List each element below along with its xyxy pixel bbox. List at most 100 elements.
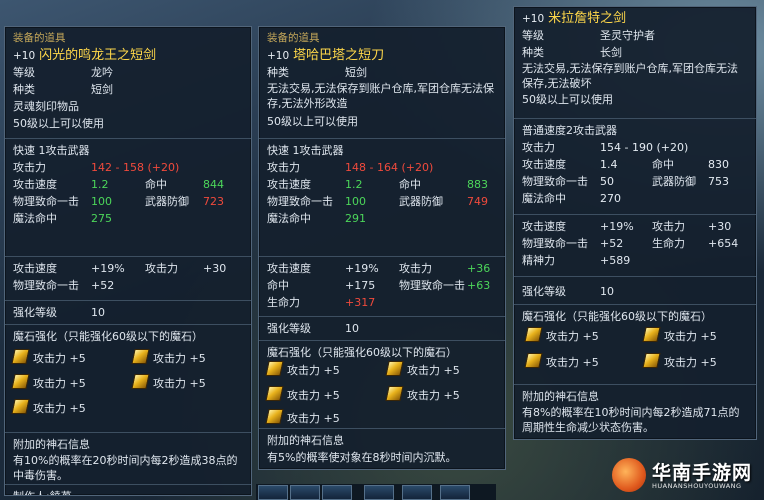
bonus-row: 精神力 +589	[522, 254, 631, 267]
enchant-value: 10	[600, 285, 614, 298]
weapon-speed: 快速 1攻击武器	[267, 144, 344, 157]
tooltip-panel-equipped-2: 装备的道具 +10 塔哈巴塔之短刀 种类 短剑 无法交易,无法保存到账户仓库,军团仓…	[258, 26, 506, 470]
manastone-icon	[265, 386, 284, 401]
logo-subtitle: HUANANSHOUYOUWANG	[652, 482, 742, 490]
manastone-slot: 攻击力 +5	[642, 353, 717, 370]
bonus-row: 物理致命一击 +52	[13, 279, 115, 292]
bonus-row: 生命力 +317	[267, 296, 376, 309]
block-label: 武器防御	[652, 175, 696, 188]
manastone-slot: 攻击力 +5	[11, 374, 86, 391]
manastone-slot: 攻击力 +5	[11, 399, 86, 416]
block-label: 武器防御	[399, 195, 443, 208]
logo-name: 华南手游网	[652, 462, 753, 484]
grade-value: 龙吟	[91, 66, 113, 79]
trade-restriction: 无法交易,无法保存到账户仓库,军团仓库无法保存,无法外形改造	[267, 82, 494, 110]
soulbind-note: 灵魂刻印物品	[13, 100, 79, 113]
manastone-title: 魔石强化（只能强化60级以下的魔石）	[522, 310, 712, 323]
crit-value: 100	[91, 195, 112, 208]
quickbar-slot[interactable]	[440, 485, 470, 500]
grade-label: 等级	[13, 66, 35, 79]
hit-label: 命中	[399, 178, 421, 191]
logo-icon	[612, 458, 646, 492]
trade-restriction: 无法交易,无法保存到账户仓库,军团仓库无法保存,无法破坏	[522, 62, 738, 90]
block-label: 武器防御	[145, 195, 189, 208]
enchant-label: 强化等级	[13, 306, 57, 319]
grade-value: 圣灵守护者	[600, 29, 655, 42]
manastone-icon	[642, 353, 661, 368]
attack-label: 攻击力	[13, 161, 46, 174]
attack-value: 142 - 158 (+20)	[91, 161, 180, 174]
tooltip-panel-equipped-1: 装备的道具 +10 闪光的鸣龙王之短剑 等级 龙吟 种类 短剑 灵魂刻印物品 50级以…	[4, 26, 252, 496]
manastone-icon	[131, 349, 150, 364]
level-requirement: 50级以上可以使用	[522, 93, 613, 106]
magic-hit-label: 魔法命中	[522, 192, 566, 205]
manastone-icon	[524, 327, 543, 342]
attack-value: 148 - 164 (+20)	[345, 161, 434, 174]
godstone-title: 附加的神石信息	[522, 390, 599, 403]
attack-label: 攻击力	[522, 141, 555, 154]
attack-speed-label: 攻击速度	[522, 158, 566, 171]
block-value: 723	[203, 195, 224, 208]
hit-label: 命中	[652, 158, 674, 171]
type-value: 短剑	[345, 66, 367, 79]
equipped-header: 装备的道具	[267, 32, 320, 44]
manastone-slot: 攻击力 +5	[524, 353, 599, 370]
enchant-label: 强化等级	[522, 285, 566, 298]
attack-speed-value: 1.2	[91, 178, 109, 191]
attack-speed-label: 攻击速度	[267, 178, 311, 191]
hit-value: 830	[708, 158, 729, 171]
hit-label: 命中	[145, 178, 167, 191]
quickbar-slot[interactable]	[322, 485, 352, 500]
type-label: 种类	[522, 46, 544, 59]
manastone-icon	[11, 374, 30, 389]
attack-speed-value: 1.2	[345, 178, 363, 191]
type-value: 短剑	[91, 83, 113, 96]
quickbar-slot[interactable]	[290, 485, 320, 500]
manastone-icon	[11, 399, 30, 414]
hit-value: 844	[203, 178, 224, 191]
godstone-description: 有10%的概率在20秒时间内每2秒造成38点的中毒伤害。	[13, 454, 238, 482]
quickbar-slot[interactable]	[402, 485, 432, 500]
type-label: 种类	[13, 83, 35, 96]
manastone-slot: 攻击力 +5	[131, 349, 206, 366]
manastone-slot: 攻击力 +5	[385, 361, 460, 378]
level-requirement: 50级以上可以使用	[267, 115, 358, 128]
manastone-slot: 攻击力 +5	[265, 409, 340, 426]
bonus-row: 攻击速度 +19% 攻击力 +36	[267, 262, 491, 275]
weapon-speed: 普通速度2攻击武器	[522, 124, 617, 137]
grade-label: 等级	[522, 29, 544, 42]
manastone-icon	[11, 349, 30, 364]
attack-label: 攻击力	[267, 161, 300, 174]
enchant-label: 强化等级	[267, 322, 311, 335]
manastone-icon	[265, 409, 284, 424]
crit-label: 物理致命一击	[267, 195, 333, 208]
manastone-icon	[131, 374, 150, 389]
manastone-slot: 攻击力 +5	[265, 386, 340, 403]
bonus-row: 攻击速度 +19% 攻击力 +30	[522, 220, 732, 233]
equipped-header: 装备的道具	[13, 32, 66, 44]
enchant-value: 10	[91, 306, 105, 319]
tooltip-panel-compare: +10 米拉詹特之剑 等级 圣灵守护者 种类 长剑 无法交易,无法保存到账户仓库,军团…	[513, 6, 757, 440]
hit-value: 883	[467, 178, 488, 191]
magic-hit-value: 291	[345, 212, 366, 225]
attack-speed-label: 攻击速度	[13, 178, 57, 191]
manastone-icon	[524, 353, 543, 368]
type-label: 种类	[267, 66, 289, 79]
item-title: +10 闪光的鸣龙王之短剑	[13, 48, 157, 63]
manastone-title: 魔石强化（只能强化60级以下的魔石）	[267, 346, 457, 359]
magic-hit-value: 270	[600, 192, 621, 205]
item-title: +10 米拉詹特之剑	[522, 11, 627, 26]
manastone-icon	[265, 361, 284, 376]
weapon-speed: 快速 1攻击武器	[13, 144, 90, 157]
manastone-slot: 攻击力 +5	[524, 327, 599, 344]
quickbar-slot[interactable]	[258, 485, 288, 500]
godstone-title: 附加的神石信息	[267, 434, 344, 447]
block-value: 753	[708, 175, 729, 188]
attack-value: 154 - 190 (+20)	[600, 141, 689, 154]
godstone-description: 有5%的概率使对象在8秒时间内沉默。	[267, 451, 457, 464]
manastone-icon	[385, 386, 404, 401]
magic-hit-value: 275	[91, 212, 112, 225]
quickbar-slot[interactable]	[364, 485, 394, 500]
enchant-value: 10	[345, 322, 359, 335]
crit-label: 物理致命一击	[522, 175, 588, 188]
